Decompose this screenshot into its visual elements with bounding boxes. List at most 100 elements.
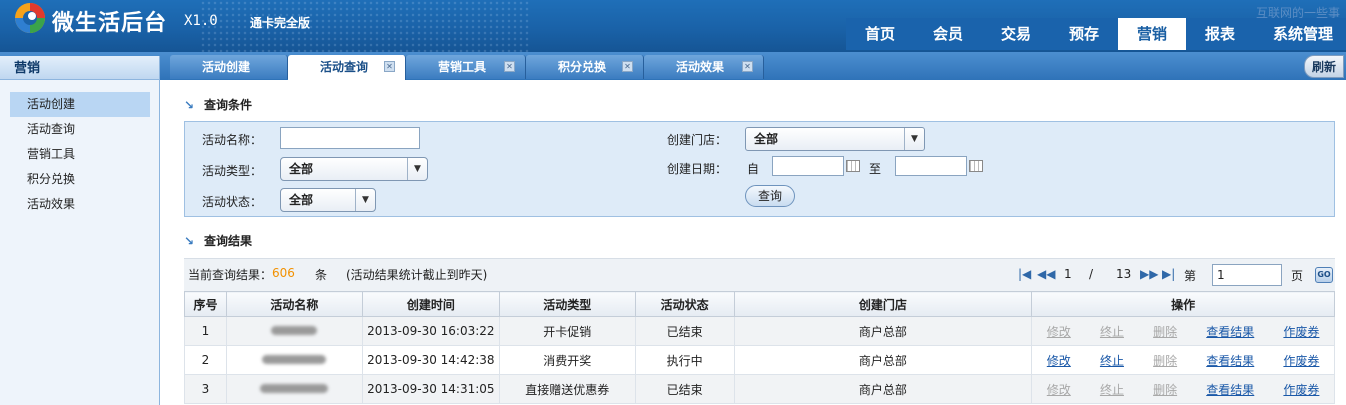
column-header: 创建门店 — [733, 291, 1033, 317]
table-header-row: 序号 活动名称 创建时间 活动类型 活动状态 创建门店 操作 — [184, 291, 1335, 317]
last-page-icon[interactable]: ▶| — [1162, 267, 1175, 281]
results-summary-bar: 当前查询结果： 606 条 (活动结果统计截止到昨天) |◀ ◀◀ 1 / 13… — [184, 258, 1335, 292]
close-icon[interactable]: ✕ — [384, 61, 395, 72]
created-time-cell: 2013-09-30 16:03:22 — [361, 316, 500, 346]
close-icon[interactable]: ✕ — [742, 61, 753, 72]
column-header: 活动状态 — [634, 291, 735, 317]
main-nav: 首页 会员 交易 预存 营销 报表 系统管理 — [846, 18, 1346, 50]
nav-home[interactable]: 首页 — [846, 18, 914, 50]
redacted-name — [262, 355, 327, 364]
result-count-suffix: 条 — [315, 268, 328, 282]
row-number: 2 — [184, 345, 227, 375]
first-page-icon[interactable]: |◀ — [1018, 267, 1031, 281]
column-header: 活动类型 — [498, 291, 636, 317]
close-icon[interactable]: ✕ — [504, 61, 515, 72]
terminate-link[interactable]: 终止 — [1100, 352, 1124, 369]
edition-label: 通卡完全版 — [250, 16, 311, 30]
redacted-name — [260, 384, 329, 393]
page-separator: / — [1089, 267, 1094, 281]
sidebar-item-activity-create[interactable]: 活动创建 — [10, 92, 150, 117]
arrow-down-right-icon: ↘ — [184, 98, 195, 112]
view-results-link[interactable]: 查看结果 — [1206, 323, 1254, 340]
sidebar-item-points-exchange[interactable]: 积分兑换 — [10, 167, 150, 192]
activity-name-label: 活动名称： — [202, 133, 263, 147]
result-count-prefix: 当前查询结果： — [188, 268, 273, 282]
next-page-icon[interactable]: ▶▶ — [1140, 267, 1158, 281]
app-version: X1.0 — [184, 13, 218, 29]
activity-status-select[interactable]: 全部 ▼ — [280, 188, 376, 212]
sidebar-item-marketing-tools[interactable]: 营销工具 — [10, 142, 150, 167]
calendar-icon[interactable] — [846, 160, 860, 172]
tab-activity-create[interactable]: 活动创建 — [170, 55, 288, 79]
tab-activity-query[interactable]: 活动查询 ✕ — [288, 55, 406, 80]
prev-page-icon[interactable]: ◀◀ — [1037, 267, 1055, 281]
terminate-link: 终止 — [1099, 324, 1124, 339]
tab-marketing-tools[interactable]: 营销工具 ✕ — [406, 55, 526, 79]
void-coupon-link[interactable]: 作废券 — [1283, 352, 1319, 369]
column-header: 活动名称 — [225, 291, 363, 317]
void-coupon-link[interactable]: 作废券 — [1283, 323, 1319, 340]
delete-link: 删除 — [1153, 324, 1178, 339]
chevron-down-icon: ▼ — [407, 158, 427, 180]
redacted-name — [271, 326, 318, 335]
activity-name-input[interactable] — [280, 127, 420, 149]
activity-name-cell — [225, 374, 363, 404]
close-icon[interactable]: ✕ — [622, 61, 633, 72]
chevron-down-icon: ▼ — [904, 128, 924, 150]
created-time-cell: 2013-09-30 14:31:05 — [361, 374, 500, 404]
select-value: 全部 — [754, 132, 779, 146]
page-suffix: 页 — [1291, 269, 1304, 283]
nav-reports[interactable]: 报表 — [1186, 18, 1254, 50]
create-store-select[interactable]: 全部 ▼ — [745, 127, 925, 151]
row-number: 1 — [184, 316, 227, 346]
results-table: 序号 活动名称 创建时间 活动类型 活动状态 创建门店 操作 1 2013-09… — [184, 291, 1335, 404]
column-header: 创建时间 — [361, 291, 500, 317]
column-header: 操作 — [1031, 291, 1335, 317]
date-to-input[interactable] — [895, 156, 967, 176]
view-results-link[interactable]: 查看结果 — [1206, 381, 1254, 398]
store-cell: 商户总部 — [733, 345, 1033, 375]
edit-link[interactable]: 修改 — [1047, 352, 1071, 369]
query-form: 活动名称： 活动类型： 全部 ▼ 活动状态： 全部 ▼ 创建门店： 全部 ▼ 创… — [184, 121, 1335, 217]
tab-points-exchange[interactable]: 积分兑换 ✕ — [526, 55, 644, 79]
activity-name-cell — [225, 316, 363, 346]
row-number: 3 — [184, 374, 227, 404]
result-count-note: (活动结果统计截止到昨天) — [346, 268, 488, 282]
tab-bar: 活动创建 活动查询 ✕ 营销工具 ✕ 积分兑换 ✕ 活动效果 ✕ — [170, 55, 764, 80]
operations-cell: 修改 终止 删除 查看结果 作废券 — [1031, 374, 1335, 404]
page-total: 13 — [1116, 267, 1132, 281]
activity-type-select[interactable]: 全部 ▼ — [280, 157, 428, 181]
top-header: 微生活后台 X1.0 通卡完全版 互联网的一些事 首页 会员 交易 预存 营销 … — [0, 0, 1346, 52]
go-button[interactable]: GO — [1315, 267, 1333, 283]
activity-type-cell: 直接赠送优惠券 — [498, 374, 636, 404]
nav-members[interactable]: 会员 — [914, 18, 982, 50]
page-number-input[interactable]: 1 — [1212, 264, 1282, 286]
calendar-icon[interactable] — [969, 160, 983, 172]
view-results-link[interactable]: 查看结果 — [1206, 352, 1254, 369]
nav-transactions[interactable]: 交易 — [982, 18, 1050, 50]
create-store-label: 创建门店： — [667, 133, 728, 147]
result-count: 606 — [272, 266, 295, 280]
refresh-button[interactable]: 刷新 — [1304, 55, 1344, 78]
date-to-label: 至 — [869, 162, 882, 176]
edit-link: 修改 — [1046, 382, 1071, 397]
sidebar-item-activity-query[interactable]: 活动查询 — [10, 117, 150, 142]
nav-prepaid[interactable]: 预存 — [1050, 18, 1118, 50]
date-from-input[interactable] — [772, 156, 844, 176]
nav-marketing[interactable]: 营销 — [1118, 18, 1186, 50]
nav-system-admin[interactable]: 系统管理 — [1254, 18, 1346, 50]
tab-activity-effect[interactable]: 活动效果 ✕ — [644, 55, 764, 79]
activity-name-cell — [225, 345, 363, 375]
app-title: 微生活后台 — [52, 11, 168, 36]
select-value: 全部 — [289, 193, 314, 207]
sidebar-item-activity-effect[interactable]: 活动效果 — [10, 192, 150, 217]
store-cell: 商户总部 — [733, 316, 1033, 346]
status-badge: 已结束 — [634, 374, 735, 404]
activity-type-cell: 消费开奖 — [498, 345, 636, 375]
void-coupon-link[interactable]: 作废券 — [1283, 381, 1319, 398]
activity-type-cell: 开卡促销 — [498, 316, 636, 346]
created-time-cell: 2013-09-30 14:42:38 — [361, 345, 500, 375]
tab-label: 营销工具 — [438, 60, 487, 74]
store-cell: 商户总部 — [733, 374, 1033, 404]
query-button[interactable]: 查询 — [745, 185, 795, 207]
